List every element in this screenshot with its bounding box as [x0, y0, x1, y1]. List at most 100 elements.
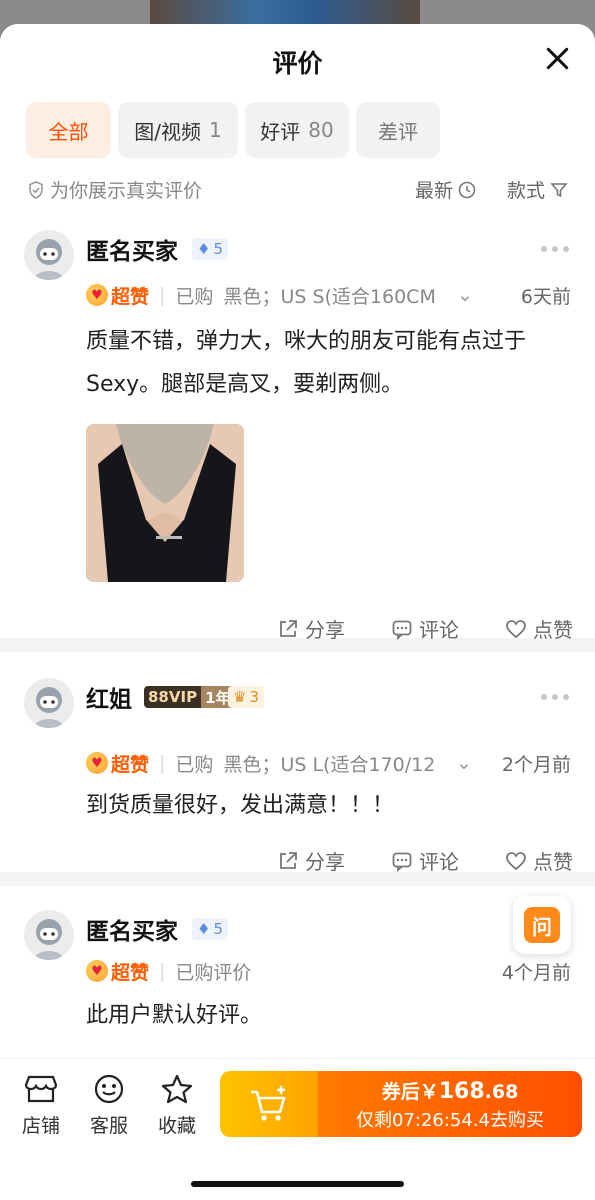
ask-button[interactable]: 问	[513, 896, 571, 954]
more-options-icon[interactable]	[541, 246, 569, 252]
add-to-cart-button[interactable]	[220, 1071, 318, 1137]
user-level-badge: ♦ 5	[192, 918, 228, 940]
coupon-price: 券后￥168.68	[382, 1077, 519, 1104]
vip-badge: 88VIP 1年	[144, 686, 235, 708]
review-card: 红姐 88VIP 1年 ♛ 3 ♥ 超赞 | 已购 黑色；US L(适合170/…	[0, 652, 595, 875]
username[interactable]: 匿名买家	[86, 912, 178, 946]
service-label: 客服	[89, 1115, 128, 1137]
countdown: 仅剩07:26:54.4去购买	[356, 1106, 544, 1132]
like-button[interactable]: 点赞	[505, 614, 573, 643]
swimsuit-photo-image	[86, 424, 244, 582]
share-button[interactable]: 分享	[277, 846, 345, 875]
note-text: 为你展示真实评价	[50, 180, 203, 202]
sort-latest[interactable]: 最新	[415, 176, 477, 203]
divider: |	[159, 752, 166, 774]
cart-add-icon	[251, 1086, 286, 1121]
tab-negative[interactable]: 差评	[356, 102, 440, 158]
divider: |	[159, 960, 166, 982]
chevron-down-icon[interactable]: ⌄	[457, 284, 473, 306]
sub-bar: 为你展示真实评价 最新 款式	[0, 168, 595, 212]
tab-label: 差评	[378, 119, 418, 144]
share-button[interactable]: 分享	[277, 614, 345, 643]
ask-icon: 问	[524, 907, 560, 943]
purchased-spec[interactable]: 黑色；US S(适合160CM	[223, 282, 455, 309]
review-time: 2个月前	[501, 753, 571, 776]
tab-positive[interactable]: 好评 80	[245, 102, 349, 158]
bottom-bar: 店铺 客服 收藏 券后￥168.68 仅剩07:26:54.4去购买	[0, 1058, 595, 1200]
anonymous-avatar-icon	[34, 687, 64, 728]
like-button[interactable]: 点赞	[505, 846, 573, 875]
review-actions: 分享 评论 点赞	[277, 846, 573, 875]
comment-button[interactable]: 评论	[391, 614, 459, 643]
shield-check-icon	[29, 180, 43, 199]
avatar	[24, 678, 74, 728]
tab-label: 好评	[260, 119, 301, 144]
review-card: 匿名买家 ♦ 5 ♥ 超赞 | 已购 黑色；US S(适合160CM ⌄ 6天前…	[0, 230, 595, 642]
divider: |	[159, 284, 166, 306]
comment-icon	[392, 852, 412, 872]
purchased-label: 已购	[175, 753, 214, 776]
username[interactable]: 匿名买家	[86, 232, 178, 266]
review-meta: ♥ 超赞 | 已购评价 4个月前	[86, 958, 571, 984]
anonymous-avatar-icon	[34, 239, 64, 280]
chevron-down-icon[interactable]: ⌄	[456, 752, 472, 774]
favorite-label: 收藏	[157, 1115, 196, 1137]
review-photo[interactable]	[86, 424, 244, 582]
review-time: 6天前	[520, 285, 571, 308]
review-text: 质量不错，弹力大，咪大的朋友可能有点过于Sexy。腿部是高叉，要剃两侧。	[86, 329, 527, 397]
tab-media[interactable]: 图/视频 1	[118, 102, 238, 158]
heart-badge-icon: ♥	[86, 752, 108, 774]
review-text: 此用户默认好评。	[86, 1003, 263, 1028]
smiley-service-icon	[94, 1074, 124, 1104]
favorite-button[interactable]: 收藏	[150, 1073, 204, 1138]
home-indicator	[191, 1181, 404, 1187]
heart-icon	[506, 619, 526, 638]
like-label: 点赞	[533, 850, 573, 874]
service-button[interactable]: 客服	[82, 1073, 136, 1138]
rating-badge: 超赞	[111, 961, 150, 984]
sort-label: 最新	[414, 180, 453, 202]
like-label: 点赞	[533, 618, 573, 642]
username[interactable]: 红姐	[86, 680, 132, 714]
buy-now-area[interactable]: 券后￥168.68 仅剩07:26:54.4去购买	[318, 1071, 582, 1137]
vip-label: 88VIP	[144, 686, 202, 708]
price-integer: 168	[438, 1078, 485, 1104]
share-icon	[280, 619, 297, 637]
price-prefix: 券后￥	[381, 1080, 439, 1103]
review-text: 到货质量很好，发出满意！！！	[86, 793, 395, 818]
share-icon	[280, 851, 297, 869]
price-decimal: .68	[484, 1080, 519, 1103]
rating-badge: 超赞	[111, 753, 150, 776]
filter-area: 全部 图/视频 1 好评 80 差评 为你展示真实评价 最新 款式	[0, 100, 595, 230]
diamond-icon: ♦	[197, 920, 211, 938]
shop-button[interactable]: 店铺	[14, 1073, 68, 1138]
level-number: 5	[213, 920, 223, 938]
share-label: 分享	[305, 618, 345, 642]
buy-button[interactable]: 券后￥168.68 仅剩07:26:54.4去购买	[220, 1071, 582, 1137]
crown-icon: ♛	[233, 688, 247, 706]
countdown-suffix: 去购买	[490, 1109, 544, 1131]
avatar	[24, 230, 74, 280]
purchased-label: 已购评价	[175, 961, 252, 984]
close-icon[interactable]	[545, 46, 569, 70]
sheet-header: 评价	[0, 24, 595, 100]
tab-label: 全部	[48, 119, 89, 144]
purchased-label: 已购	[175, 285, 214, 308]
page-title: 评价	[272, 49, 323, 78]
comment-button[interactable]: 评论	[391, 846, 459, 875]
tab-all[interactable]: 全部	[26, 102, 111, 158]
real-review-note: 为你展示真实评价	[26, 176, 202, 203]
heart-badge-icon: ♥	[86, 284, 108, 306]
more-options-icon[interactable]	[541, 694, 569, 700]
countdown-time: 07:26:54.4	[391, 1109, 490, 1131]
review-meta: ♥ 超赞 | 已购 黑色；US S(适合160CM ⌄ 6天前	[86, 282, 571, 308]
star-icon	[161, 1074, 193, 1104]
purchased-spec[interactable]: 黑色；US L(适合170/12	[223, 750, 454, 777]
user-level-badge: ♦ 5	[192, 238, 228, 260]
review-actions: 分享 评论 点赞	[277, 614, 573, 643]
level-number: 3	[249, 688, 259, 706]
filter-style[interactable]: 款式	[507, 176, 569, 203]
avatar	[24, 910, 74, 960]
review-time: 4个月前	[501, 961, 571, 984]
comment-icon	[392, 620, 412, 640]
